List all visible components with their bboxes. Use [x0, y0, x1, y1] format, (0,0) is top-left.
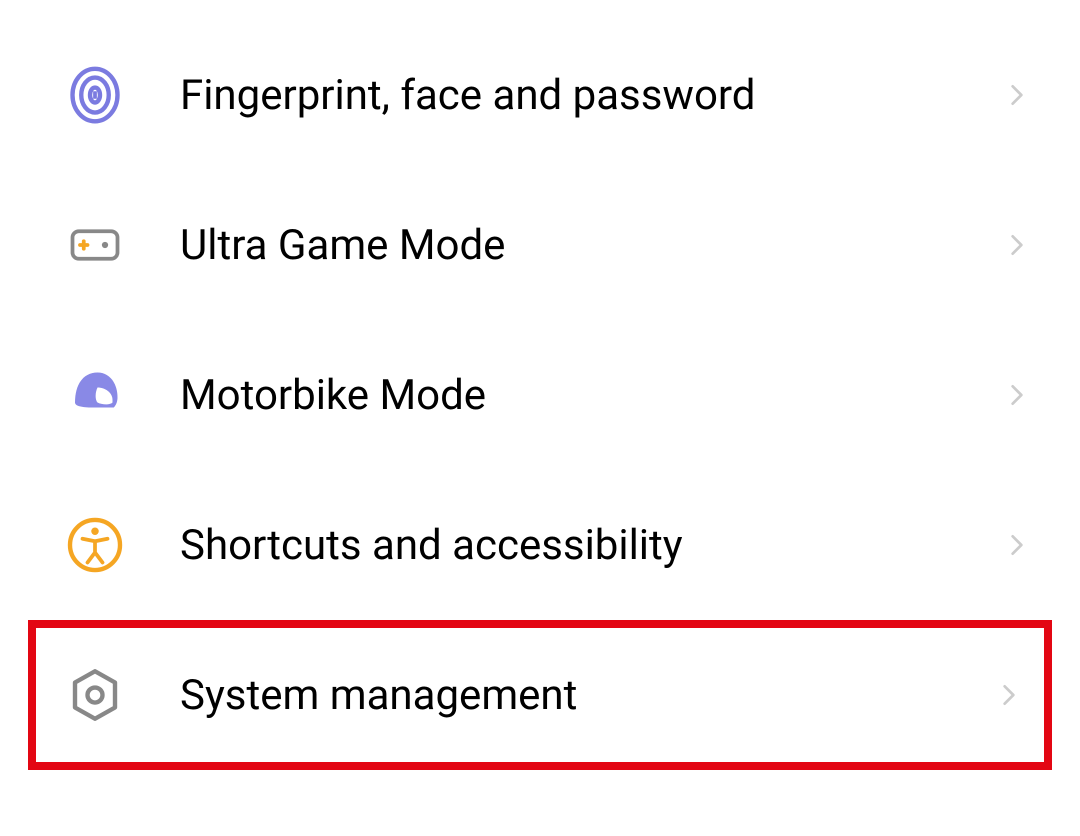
- settings-item-fingerprint[interactable]: Fingerprint, face and password: [0, 20, 1080, 170]
- settings-item-label: Ultra Game Mode: [180, 221, 1004, 270]
- settings-item-system-management[interactable]: System management: [28, 620, 1052, 770]
- settings-item-label: Motorbike Mode: [180, 371, 1004, 420]
- accessibility-icon: [65, 515, 125, 575]
- settings-item-label: Shortcuts and accessibility: [180, 521, 1004, 570]
- settings-item-motorbike-mode[interactable]: Motorbike Mode: [0, 320, 1080, 470]
- chevron-right-icon: [1004, 532, 1030, 558]
- settings-list: Fingerprint, face and password Ultra Gam…: [0, 0, 1080, 770]
- settings-item-game-mode[interactable]: Ultra Game Mode: [0, 170, 1080, 320]
- fingerprint-icon: [65, 65, 125, 125]
- settings-item-label: Fingerprint, face and password: [180, 71, 1004, 120]
- gamepad-icon: [65, 215, 125, 275]
- chevron-right-icon: [1004, 382, 1030, 408]
- gear-hex-icon: [65, 665, 125, 725]
- helmet-icon: [65, 365, 125, 425]
- chevron-right-icon: [1004, 82, 1030, 108]
- chevron-right-icon: [1004, 232, 1030, 258]
- chevron-right-icon: [996, 682, 1022, 708]
- settings-item-label: System management: [180, 671, 996, 720]
- settings-item-accessibility[interactable]: Shortcuts and accessibility: [0, 470, 1080, 620]
